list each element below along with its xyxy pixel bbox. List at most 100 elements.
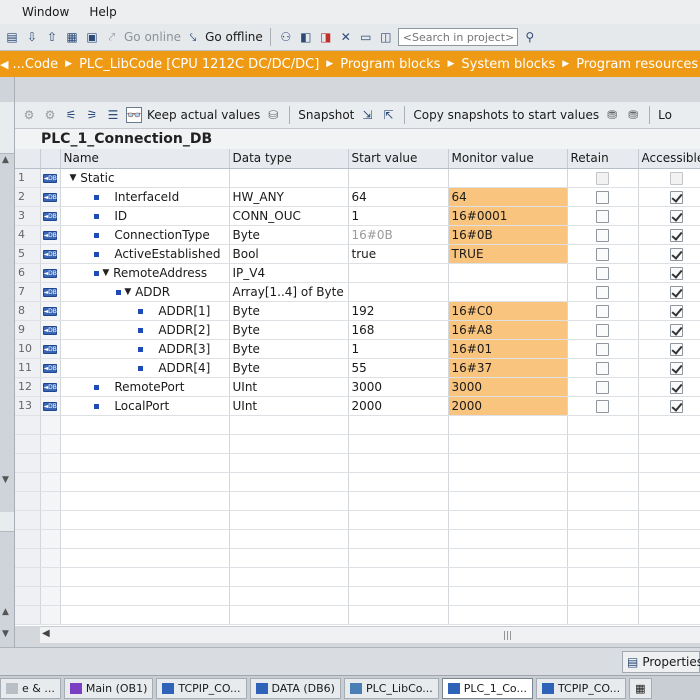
scroll-up-icon[interactable]: ▲ xyxy=(2,607,9,617)
copy-snapshots-button[interactable]: Copy snapshots to start values xyxy=(413,108,599,122)
go-online-button[interactable]: ⤤ Go online xyxy=(104,26,181,48)
taskbar-item[interactable]: TCPIP_CO... xyxy=(156,677,247,699)
name-cell[interactable]: ▼ RemoteAddress xyxy=(60,263,230,283)
data-type-cell[interactable]: HW_ANY xyxy=(229,187,349,207)
scroll-left-icon[interactable]: ◀ xyxy=(42,628,50,639)
taskbar-item[interactable]: e & ... xyxy=(0,677,61,699)
upload-icon[interactable]: ⇧ xyxy=(44,29,60,45)
download-icon[interactable]: ⇩ xyxy=(24,29,40,45)
simulation-icon[interactable]: ▣ xyxy=(84,29,100,45)
table-row[interactable]: 11 ◄DB ADDR[4] Byte 55 16#37 xyxy=(15,358,700,378)
start-value-cell[interactable]: true xyxy=(348,244,449,264)
data-type-cell[interactable]: IP_V4 xyxy=(229,263,349,283)
data-type-cell[interactable]: Byte xyxy=(229,358,349,378)
name-cell[interactable]: ▼ ADDR xyxy=(60,282,230,302)
table-row[interactable]: 4 ◄DB ConnectionType Byte 16#0B 16#0B xyxy=(15,225,700,245)
taskbar-overflow-button[interactable]: ▦ xyxy=(629,677,652,699)
retain-checkbox[interactable] xyxy=(596,209,609,223)
start-value-cell[interactable]: 1 xyxy=(348,206,449,226)
load-snapshot-icon[interactable]: ⇱ xyxy=(380,107,396,123)
taskbar-item[interactable]: Main (OB1) xyxy=(63,677,154,699)
accessible-checkbox[interactable] xyxy=(670,304,683,318)
accessible-checkbox[interactable] xyxy=(670,380,683,394)
name-cell[interactable]: ADDR[4] xyxy=(60,358,230,378)
table-row[interactable]: 8 ◄DB ADDR[1] Byte 192 16#C0 xyxy=(15,301,700,321)
table-row[interactable]: 7 ◄DB ▼ ADDR Array[1..4] of Byte xyxy=(15,282,700,302)
name-cell[interactable]: ▼ Static xyxy=(60,168,230,188)
start-value-cell[interactable] xyxy=(348,263,449,283)
keep-actual-values-button[interactable]: Keep actual values xyxy=(147,108,260,122)
retain-checkbox[interactable] xyxy=(596,228,609,242)
load-as-actual-icon[interactable]: ⛃ xyxy=(625,107,641,123)
data-type-cell[interactable]: Bool xyxy=(229,244,349,264)
add-row-icon[interactable]: ⚙ xyxy=(42,107,58,123)
accessible-checkbox[interactable] xyxy=(670,285,683,299)
retain-checkbox[interactable] xyxy=(596,285,609,299)
data-type-cell[interactable]: Array[1..4] of Byte xyxy=(229,282,349,302)
load-start-values-icon[interactable]: ⛃ xyxy=(604,107,620,123)
breadcrumb-item[interactable]: PLC_LibCode [CPU 1212C DC/DC/DC] xyxy=(75,57,323,72)
data-type-cell[interactable]: Byte xyxy=(229,301,349,321)
table-row[interactable]: 13 ◄DB LocalPort UInt 2000 2000 xyxy=(15,396,700,416)
compile-icon[interactable]: ▦ xyxy=(64,29,80,45)
collapse-all-icon[interactable]: ⚞ xyxy=(84,107,100,123)
data-type-cell[interactable]: CONN_OUC xyxy=(229,206,349,226)
start-value-cell[interactable]: 16#0B xyxy=(348,225,449,245)
table-row[interactable]: 1 ◄DB ▼ Static xyxy=(15,168,700,188)
search-project-icon[interactable]: ⚲ xyxy=(522,29,538,45)
db-row-icon-cell[interactable]: ◄DB xyxy=(40,320,61,340)
header-start-value[interactable]: Start value xyxy=(348,149,449,169)
start-value-cell[interactable]: 64 xyxy=(348,187,449,207)
breadcrumb-back-icon[interactable]: ◀ xyxy=(0,58,8,71)
accessible-checkbox[interactable] xyxy=(670,247,683,261)
search-input[interactable] xyxy=(397,28,518,46)
retain-checkbox[interactable] xyxy=(596,247,609,261)
monitor-all-icon[interactable]: 👓 xyxy=(126,107,142,123)
expand-arrow-icon[interactable]: ▼ xyxy=(124,287,131,297)
insert-row-icon[interactable]: ⚙ xyxy=(21,107,37,123)
scroll-thumb[interactable]: ||| xyxy=(503,631,512,641)
taskbar-item[interactable]: PLC_LibCo... xyxy=(343,677,439,699)
retain-checkbox[interactable] xyxy=(596,361,609,375)
print-icon[interactable]: ▤ xyxy=(4,29,20,45)
accessible-checkbox[interactable] xyxy=(670,323,683,337)
table-row[interactable]: 2 ◄DB InterfaceId HW_ANY 64 64 xyxy=(15,187,700,207)
db-row-icon-cell[interactable]: ◄DB xyxy=(40,244,61,264)
header-name[interactable]: Name xyxy=(60,149,230,169)
start-value-cell[interactable] xyxy=(348,168,449,188)
table-row[interactable]: 5 ◄DB ActiveEstablished Bool true TRUE xyxy=(15,244,700,264)
snapshot-button[interactable]: Snapshot xyxy=(298,108,354,122)
start-cpu-icon[interactable]: ◧ xyxy=(298,29,314,45)
copy-snapshot-icon[interactable]: ⇲ xyxy=(359,107,375,123)
list-view-icon[interactable]: ☰ xyxy=(105,107,121,123)
name-cell[interactable]: ConnectionType xyxy=(60,225,230,245)
db-row-icon-cell[interactable]: ◄DB xyxy=(40,358,61,378)
header-retain[interactable]: Retain xyxy=(567,149,639,169)
header-monitor-value[interactable]: Monitor value xyxy=(448,149,568,169)
data-type-cell[interactable]: Byte xyxy=(229,225,349,245)
data-type-cell[interactable]: Byte xyxy=(229,339,349,359)
name-cell[interactable]: ADDR[3] xyxy=(60,339,230,359)
split-vertical-icon[interactable]: ◫ xyxy=(378,29,394,45)
cross-reference-icon[interactable]: ✕ xyxy=(338,29,354,45)
db-row-icon-cell[interactable]: ◄DB xyxy=(40,225,61,245)
db-row-icon-cell[interactable]: ◄DB xyxy=(40,282,61,302)
start-value-cell[interactable]: 3000 xyxy=(348,377,449,397)
breadcrumb-item[interactable]: Program resources xyxy=(572,57,700,72)
db-row-icon-cell[interactable]: ◄DB xyxy=(40,301,61,321)
table-row[interactable]: 12 ◄DB RemotePort UInt 3000 3000 xyxy=(15,377,700,397)
retain-checkbox[interactable] xyxy=(596,380,609,394)
start-value-cell[interactable]: 1 xyxy=(348,339,449,359)
stop-cpu-icon[interactable]: ◨ xyxy=(318,29,334,45)
menu-window[interactable]: Window xyxy=(0,0,79,24)
taskbar-item[interactable]: TCPIP_CO... xyxy=(535,677,627,699)
start-value-cell[interactable]: 55 xyxy=(348,358,449,378)
expand-arrow-icon[interactable]: ▼ xyxy=(102,268,109,278)
expand-all-icon[interactable]: ⚟ xyxy=(63,107,79,123)
accessible-checkbox[interactable] xyxy=(670,209,683,223)
retain-checkbox[interactable] xyxy=(596,304,609,318)
table-row[interactable]: 9 ◄DB ADDR[2] Byte 168 16#A8 xyxy=(15,320,700,340)
start-value-cell[interactable]: 168 xyxy=(348,320,449,340)
properties-tab[interactable]: ▤ Properties xyxy=(622,651,700,673)
name-cell[interactable]: ADDR[2] xyxy=(60,320,230,340)
